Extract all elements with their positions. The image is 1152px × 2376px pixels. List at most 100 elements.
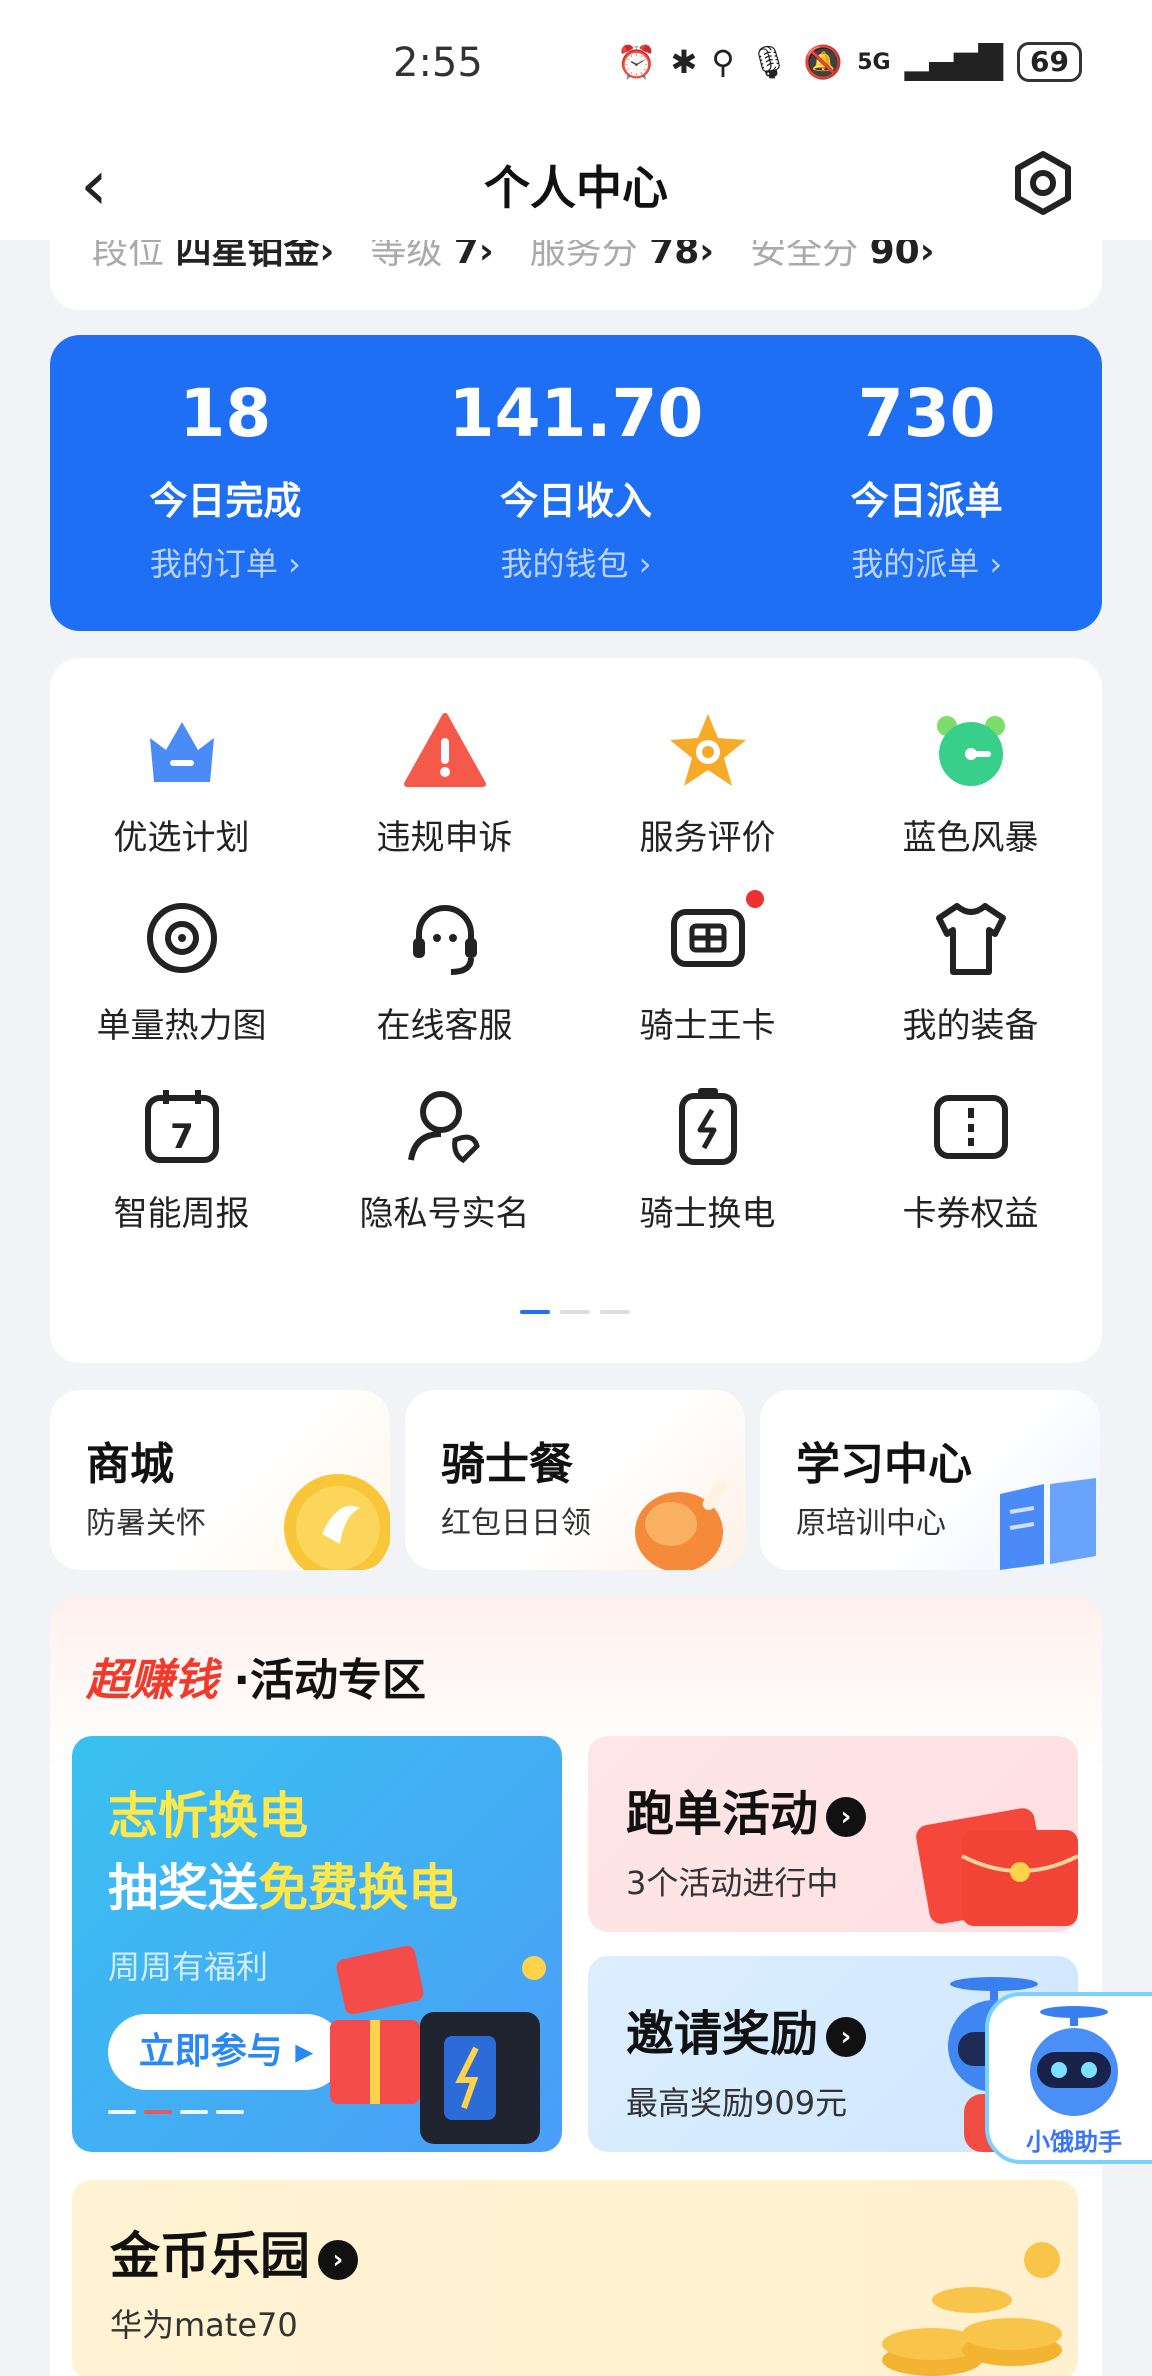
grid-item-weekly-report[interactable]: 7 智能周报 — [50, 1084, 313, 1246]
assistant-float-button[interactable]: 小饿助手 — [985, 1992, 1152, 2164]
knight-meal-subtitle: 红包日日领 — [441, 1506, 591, 1541]
stat-value: 141.70 — [448, 375, 704, 452]
red-envelope-icon — [916, 1808, 1078, 1926]
page-dot-active — [520, 1310, 550, 1314]
mall-subtitle: 防暑关怀 — [86, 1506, 206, 1541]
stat-label: 今日派单 — [850, 479, 1003, 523]
stat-value: 730 — [857, 375, 996, 452]
svg-text:7: 7 — [170, 1117, 194, 1157]
activity-hot-label: 超赚钱 — [86, 1655, 218, 1706]
invite-reward-title: 邀请奖励 › — [626, 1994, 867, 2064]
network-label: 5G — [857, 49, 891, 75]
stat-label: 今日完成 — [149, 479, 302, 523]
stat-dispatched[interactable]: 730 今日派单 我的派单 › — [751, 335, 1102, 631]
learning-center-title: 学习中心 — [796, 1439, 972, 1490]
join-now-button[interactable]: 立即参与 ▸ — [108, 2014, 344, 2090]
mall-card[interactable]: 商城 防暑关怀 — [50, 1390, 390, 1570]
grid-item-violation-appeal[interactable]: 违规申诉 — [313, 708, 576, 870]
grid-item-online-service[interactable]: 在线客服 — [313, 896, 576, 1058]
grid-item-battery-swap[interactable]: 骑士换电 — [576, 1084, 839, 1246]
safety-score-segment[interactable]: 安全分 90› — [750, 240, 934, 274]
settings-hexagon-icon[interactable] — [1010, 150, 1076, 216]
banner-line3: 周周有福利 — [108, 1948, 269, 1986]
mall-title: 商城 — [86, 1439, 174, 1490]
service-score-segment[interactable]: 服务分 78› — [530, 240, 714, 274]
gold-coin-icon — [284, 1474, 390, 1570]
mic-icon: 🎙 — [748, 43, 790, 81]
assistant-label: 小饿助手 — [1026, 2128, 1122, 2156]
gift-battery-illustration — [330, 1945, 546, 2144]
run-activity-subtitle: 3个活动进行中 — [626, 1864, 839, 1902]
chicken-leg-icon — [635, 1479, 728, 1570]
grid-item-heatmap[interactable]: 单量热力图 — [50, 896, 313, 1058]
page-dot — [600, 1310, 630, 1314]
knight-meal-card[interactable]: 骑士餐 红包日日领 — [405, 1390, 745, 1570]
gold-park-title: 金币乐园 › — [110, 2216, 358, 2288]
grid-item-knight-card[interactable]: 骑士王卡 — [576, 890, 839, 1058]
stat-label: 今日收入 — [500, 479, 653, 523]
profile-rank-strip: 段位 四星铂金› 等级 7› 服务分 78› 安全分 90› — [50, 240, 1102, 310]
banner-line1: 志忻换电 — [108, 1787, 308, 1845]
my-wallet-link[interactable]: 我的钱包 › — [401, 539, 752, 585]
user-phone-icon — [407, 1091, 480, 1164]
rank-segment[interactable]: 段位 四星铂金› — [92, 240, 334, 274]
page-dot — [560, 1310, 590, 1314]
status-time: 2:55 — [393, 40, 483, 86]
signal-icon: ▂▄▆█ — [904, 43, 1004, 81]
gold-park-card[interactable]: 金币乐园 › 华为mate70 — [72, 2180, 1078, 2376]
coupon-icon — [933, 1095, 1008, 1159]
run-activity-card[interactable]: 跑单活动 › 3个活动进行中 — [588, 1736, 1078, 1932]
grid-item-blue-storm[interactable]: 蓝色风暴 — [839, 708, 1102, 870]
book-icon — [1000, 1478, 1096, 1570]
mute-icon: 🔕 — [803, 43, 844, 81]
learning-center-subtitle: 原培训中心 — [796, 1506, 946, 1541]
function-grid: 优选计划 违规申诉 服务评价 蓝色风暴 单量热力图 在线客服 骑士王卡 我的装备… — [50, 708, 1102, 1246]
grid-item-my-equipment[interactable]: 我的装备 — [839, 896, 1102, 1058]
bluetooth-icon: ✱ — [670, 43, 698, 81]
status-bar: 2:55 ⏰ ✱ ⚲ 🎙 🔕 5G ▂▄▆█ 69 — [0, 0, 1152, 130]
stat-income[interactable]: 141.70 今日收入 我的钱包 › — [401, 335, 752, 631]
gold-park-subtitle: 华为mate70 — [110, 2306, 298, 2344]
alarm-icon: ⏰ — [616, 43, 657, 81]
grid-page-indicator — [520, 1310, 630, 1314]
stat-value: 18 — [179, 375, 272, 452]
battery-swap-icon — [678, 1088, 737, 1165]
my-dispatch-link[interactable]: 我的派单 › — [751, 539, 1102, 585]
headset-icon — [412, 905, 477, 975]
banner-dot-active — [144, 2110, 172, 2114]
activity-title: ·活动专区 — [233, 1655, 427, 1706]
chevron-right-icon: › — [318, 2239, 358, 2280]
stat-completed[interactable]: 18 今日完成 我的订单 › — [50, 335, 401, 631]
grid-item-coupons[interactable]: 卡券权益 — [839, 1084, 1102, 1246]
clock-icon — [936, 716, 1005, 786]
chevron-right-icon: › — [826, 2017, 867, 2057]
grid-item-preferred-plan[interactable]: 优选计划 — [50, 708, 313, 870]
page-title: 个人中心 — [484, 161, 668, 215]
banner-dot — [108, 2110, 136, 2114]
tshirt-icon — [935, 903, 1006, 975]
invite-reward-subtitle: 最高奖励909元 — [626, 2084, 848, 2122]
battery-indicator: 69 — [1017, 42, 1082, 82]
run-activity-title: 跑单活动 › — [626, 1774, 867, 1844]
robot-assistant-icon — [1030, 2006, 1118, 2116]
grid-item-privacy-verify[interactable]: 隐私号实名 — [313, 1084, 576, 1246]
notification-dot — [746, 890, 764, 908]
warning-icon — [403, 713, 486, 787]
level-segment[interactable]: 等级 7› — [370, 240, 493, 274]
chevron-right-icon: › — [826, 1797, 867, 1837]
coin-stack-icon — [882, 2242, 1062, 2376]
function-grid-card: 优选计划 违规申诉 服务评价 蓝色风暴 单量热力图 在线客服 骑士王卡 我的装备… — [50, 658, 1102, 1363]
battery-swap-banner[interactable]: 志忻换电 抽奖送免费换电 周周有福利 立即参与 ▸ — [72, 1736, 562, 2152]
banner-dot — [180, 2110, 208, 2114]
activity-heading: 超赚钱 ·活动专区 — [86, 1644, 426, 1708]
knight-meal-title: 骑士餐 — [441, 1439, 573, 1490]
banner-line2: 抽奖送免费换电 — [108, 1859, 458, 1917]
learning-center-card[interactable]: 学习中心 原培训中心 — [760, 1390, 1100, 1570]
grid-item-service-rating[interactable]: 服务评价 — [576, 708, 839, 870]
my-orders-link[interactable]: 我的订单 › — [50, 539, 401, 585]
status-icons: ⏰ ✱ ⚲ 🎙 🔕 5G ▂▄▆█ 69 — [617, 42, 1082, 82]
sim-card-icon — [670, 909, 745, 967]
daily-stats-card: 18 今日完成 我的订单 › 141.70 今日收入 我的钱包 › 730 今日… — [50, 335, 1102, 631]
activity-zone: 超赚钱 ·活动专区 志忻换电 抽奖送免费换电 周周有福利 立即参与 ▸ 跑单活动… — [50, 1596, 1102, 2376]
calendar-icon: 7 — [144, 1090, 219, 1163]
